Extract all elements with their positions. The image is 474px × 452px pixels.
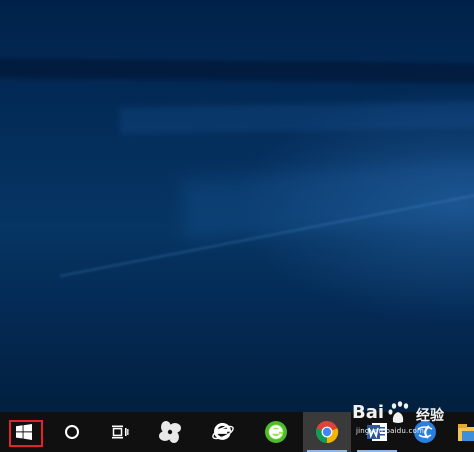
start-button-highlight bbox=[9, 420, 43, 447]
cortana-circle-icon bbox=[65, 425, 79, 439]
watermark-brand-text: 经验 bbox=[416, 408, 444, 424]
task-view-button[interactable] bbox=[96, 412, 144, 452]
baidu-jingyan-watermark: Bai 经验 jingyan.baidu.com bbox=[352, 396, 462, 440]
cortana-button[interactable] bbox=[48, 412, 96, 452]
wallpaper-beam bbox=[0, 58, 474, 84]
internet-explorer-icon bbox=[212, 422, 234, 440]
task-view-icon bbox=[112, 425, 129, 439]
chrome-icon bbox=[315, 421, 339, 444]
watermark-url-text: jingyan.baidu.com bbox=[356, 427, 424, 435]
green-browser-icon bbox=[265, 421, 287, 443]
taskbar-app-internet-explorer[interactable] bbox=[199, 412, 247, 452]
baidu-logo-icon: Bai bbox=[352, 401, 409, 423]
wallpaper-beam bbox=[120, 101, 474, 134]
wallpaper-beam bbox=[180, 157, 474, 240]
taskbar-app-green-browser[interactable] bbox=[252, 412, 300, 452]
taskbar-app-chrome[interactable] bbox=[303, 412, 351, 452]
pinwheel-icon bbox=[159, 421, 181, 443]
desktop-wallpaper bbox=[0, 0, 474, 412]
svg-text:Bai: Bai bbox=[352, 402, 384, 423]
taskbar-app-pinwheel[interactable] bbox=[146, 412, 194, 452]
start-button[interactable] bbox=[0, 412, 48, 452]
